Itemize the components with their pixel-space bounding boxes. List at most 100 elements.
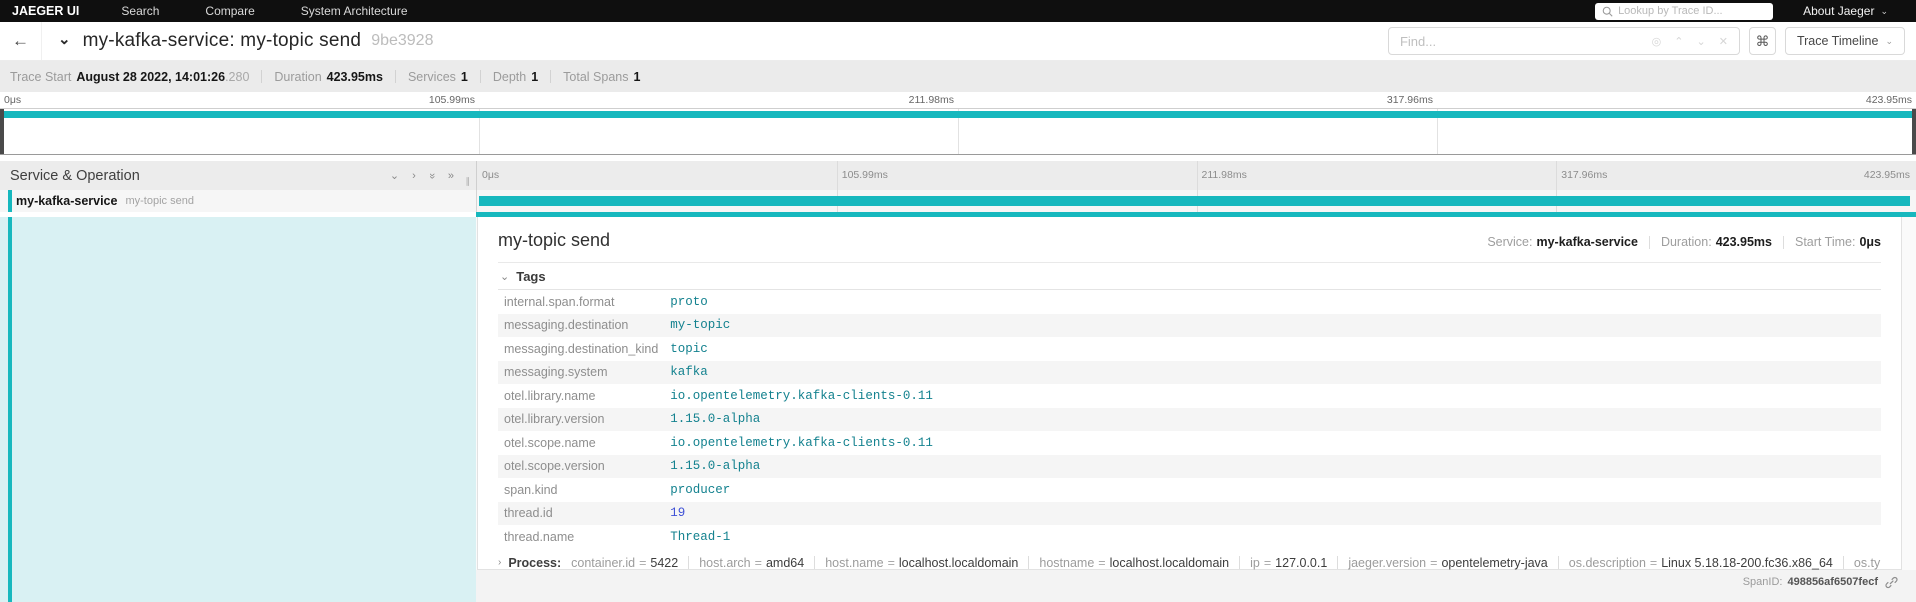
process-kv: container.id = 5422 — [571, 555, 679, 570]
prev-match-icon[interactable]: ⌃ — [1674, 35, 1683, 48]
minimap-ruler: 0μs 105.99ms 211.98ms 317.96ms 423.95ms — [0, 92, 1916, 108]
tag-row[interactable]: messaging.system kafka — [498, 360, 1881, 384]
detail-header: my-topic send Service: my-kafka-service … — [498, 217, 1881, 251]
nav-item-search[interactable]: Search — [121, 4, 159, 18]
service-operation-header: Service & Operation ⌄ › » » ∥ — [0, 161, 476, 190]
minimap-tick: 211.98ms — [908, 94, 954, 106]
find-box[interactable]: ◎ ⌃ ⌄ ✕ — [1387, 27, 1740, 55]
top-nav: JAEGER UI Search Compare System Architec… — [0, 0, 1916, 22]
tag-row[interactable]: thread.id 19 — [498, 501, 1881, 525]
divider — [479, 70, 481, 83]
collapse-all-icon[interactable]: » — [426, 172, 438, 178]
tag-value: producer — [670, 482, 731, 497]
trace-view-select[interactable]: Trace Timeline ⌄ — [1784, 27, 1905, 55]
total-spans-value: 1 — [633, 69, 641, 84]
tag-row[interactable]: messaging.destination my-topic — [498, 313, 1881, 337]
focus-match-icon[interactable]: ◎ — [1652, 35, 1662, 48]
tag-key: otel.library.name — [504, 388, 596, 403]
divider — [1557, 556, 1559, 569]
expand-one-icon[interactable]: › — [412, 170, 416, 182]
tag-row[interactable]: span.kind producer — [498, 478, 1881, 502]
tag-key: thread.name — [504, 529, 575, 544]
process-row[interactable]: › Process: container.id = 5422 host.arch = a… — [498, 556, 1881, 570]
services-label: Services — [407, 69, 456, 84]
divider — [1648, 235, 1650, 249]
ruler-gridline — [1196, 161, 1198, 190]
trace-id-search-input[interactable] — [1618, 5, 1767, 17]
process-kv: os.description = Linux 5.18.18-200.fc36.x8… — [1568, 555, 1833, 570]
nav-right: About Jaeger ⌄ — [1595, 2, 1888, 20]
minimap-right-scrubber[interactable] — [1912, 109, 1916, 154]
find-input[interactable] — [1388, 33, 1652, 49]
brand-logo[interactable]: JAEGER UI — [12, 4, 79, 18]
process-kv: host.arch = amd64 — [699, 555, 805, 570]
tags-section-toggle[interactable]: ⌄ Tags — [498, 263, 1881, 290]
span-row[interactable]: my-kafka-service my-topic send — [0, 190, 1916, 212]
divider — [394, 70, 396, 83]
tag-value: 19 — [670, 506, 686, 521]
service-label: Service: — [1487, 235, 1533, 249]
tag-row[interactable]: otel.library.name io.opentelemetry.kafka-… — [498, 384, 1881, 408]
process-label: Process: — [508, 555, 562, 570]
span-duration-bar[interactable] — [479, 196, 1910, 206]
chevron-right-icon: › — [498, 557, 502, 568]
tag-row[interactable]: thread.name Thread-1 — [498, 525, 1881, 549]
duration-value: 423.95ms — [1715, 235, 1772, 249]
ruler-tick: 211.98ms — [1201, 169, 1247, 181]
tag-row[interactable]: otel.scope.name io.opentelemetry.kafka-cl… — [498, 431, 1881, 455]
duration-value: 423.95ms — [326, 69, 383, 84]
chevron-down-icon: ⌄ — [1880, 5, 1888, 16]
ruler-tick: 0μs — [482, 169, 500, 181]
tag-key: messaging.destination — [504, 318, 629, 333]
trace-start-label: Trace Start — [10, 69, 72, 84]
trace-start-millis: .280 — [225, 69, 250, 84]
services-value: 1 — [460, 69, 468, 84]
clear-find-icon[interactable]: ✕ — [1719, 35, 1728, 48]
about-jaeger-menu[interactable]: About Jaeger ⌄ — [1803, 4, 1888, 18]
tag-key: otel.scope.version — [504, 459, 605, 474]
minimap-left-scrubber[interactable] — [0, 109, 4, 154]
next-match-icon[interactable]: ⌄ — [1697, 35, 1706, 48]
minimap-span-bar — [0, 111, 1916, 118]
trace-id-search-box[interactable] — [1595, 2, 1774, 20]
chevron-down-icon: ⌄ — [1885, 35, 1893, 46]
minimap-tick: 0μs — [4, 94, 22, 106]
deep-link-icon[interactable] — [1885, 576, 1898, 589]
timeline-minimap[interactable] — [0, 108, 1916, 155]
start-time-label: Start Time: — [1795, 235, 1856, 249]
process-kv: os.type=linux — [1853, 555, 1881, 570]
nav-item-system-architecture[interactable]: System Architecture — [301, 4, 408, 18]
keyboard-shortcuts-button[interactable]: ⌘ — [1748, 27, 1776, 55]
tag-row[interactable]: otel.library.version 1.15.0-alpha — [498, 407, 1881, 431]
tag-value: my-topic — [670, 318, 731, 333]
find-controls: ◎ ⌃ ⌄ ✕ — [1652, 35, 1739, 48]
tag-row[interactable]: messaging.destination_kind topic — [498, 337, 1881, 361]
span-name-cell[interactable]: my-kafka-service my-topic send — [16, 190, 194, 212]
tag-key: messaging.destination_kind — [504, 341, 659, 356]
divider — [1028, 556, 1030, 569]
detail-footer: SpanID: 498856af6507fecf — [476, 570, 1916, 602]
collapse-one-icon[interactable]: ⌄ — [390, 169, 399, 182]
column-resizer-grip[interactable]: ∥ — [466, 176, 471, 187]
minimap-tick: 317.96ms — [1386, 94, 1433, 106]
start-time-value: 0μs — [1859, 235, 1881, 249]
tag-row[interactable]: internal.span.format proto — [498, 290, 1881, 314]
divider — [688, 556, 690, 569]
divider — [1783, 235, 1784, 249]
chevron-down-icon: ⌄ — [58, 31, 71, 48]
trace-start-value: August 28 2022, 14:01:26 — [76, 69, 226, 84]
tags-table: internal.span.format proto messaging.dest… — [498, 290, 1881, 549]
trace-toolbar: ◎ ⌃ ⌄ ✕ ⌘ Trace Timeline ⌄ — [1387, 27, 1905, 55]
tag-key: span.kind — [504, 482, 558, 497]
back-button[interactable]: ← — [0, 22, 42, 60]
expand-all-icon[interactable]: » — [448, 170, 454, 182]
ruler-tick: 423.95ms — [1863, 169, 1910, 181]
tag-row[interactable]: otel.scope.version 1.15.0-alpha — [498, 454, 1881, 478]
divider — [1842, 556, 1844, 569]
collapse-trace-header-toggle[interactable]: ⌄ — [58, 30, 71, 48]
timeline-header-row: Service & Operation ⌄ › » » ∥ 0μs 105.99… — [0, 161, 1916, 190]
minimap-tick: 423.95ms — [1865, 94, 1912, 106]
nav-item-compare[interactable]: Compare — [205, 4, 254, 18]
span-id-value: 498856af6507fecf — [1787, 576, 1878, 588]
ruler-tick: 105.99ms — [841, 169, 888, 181]
